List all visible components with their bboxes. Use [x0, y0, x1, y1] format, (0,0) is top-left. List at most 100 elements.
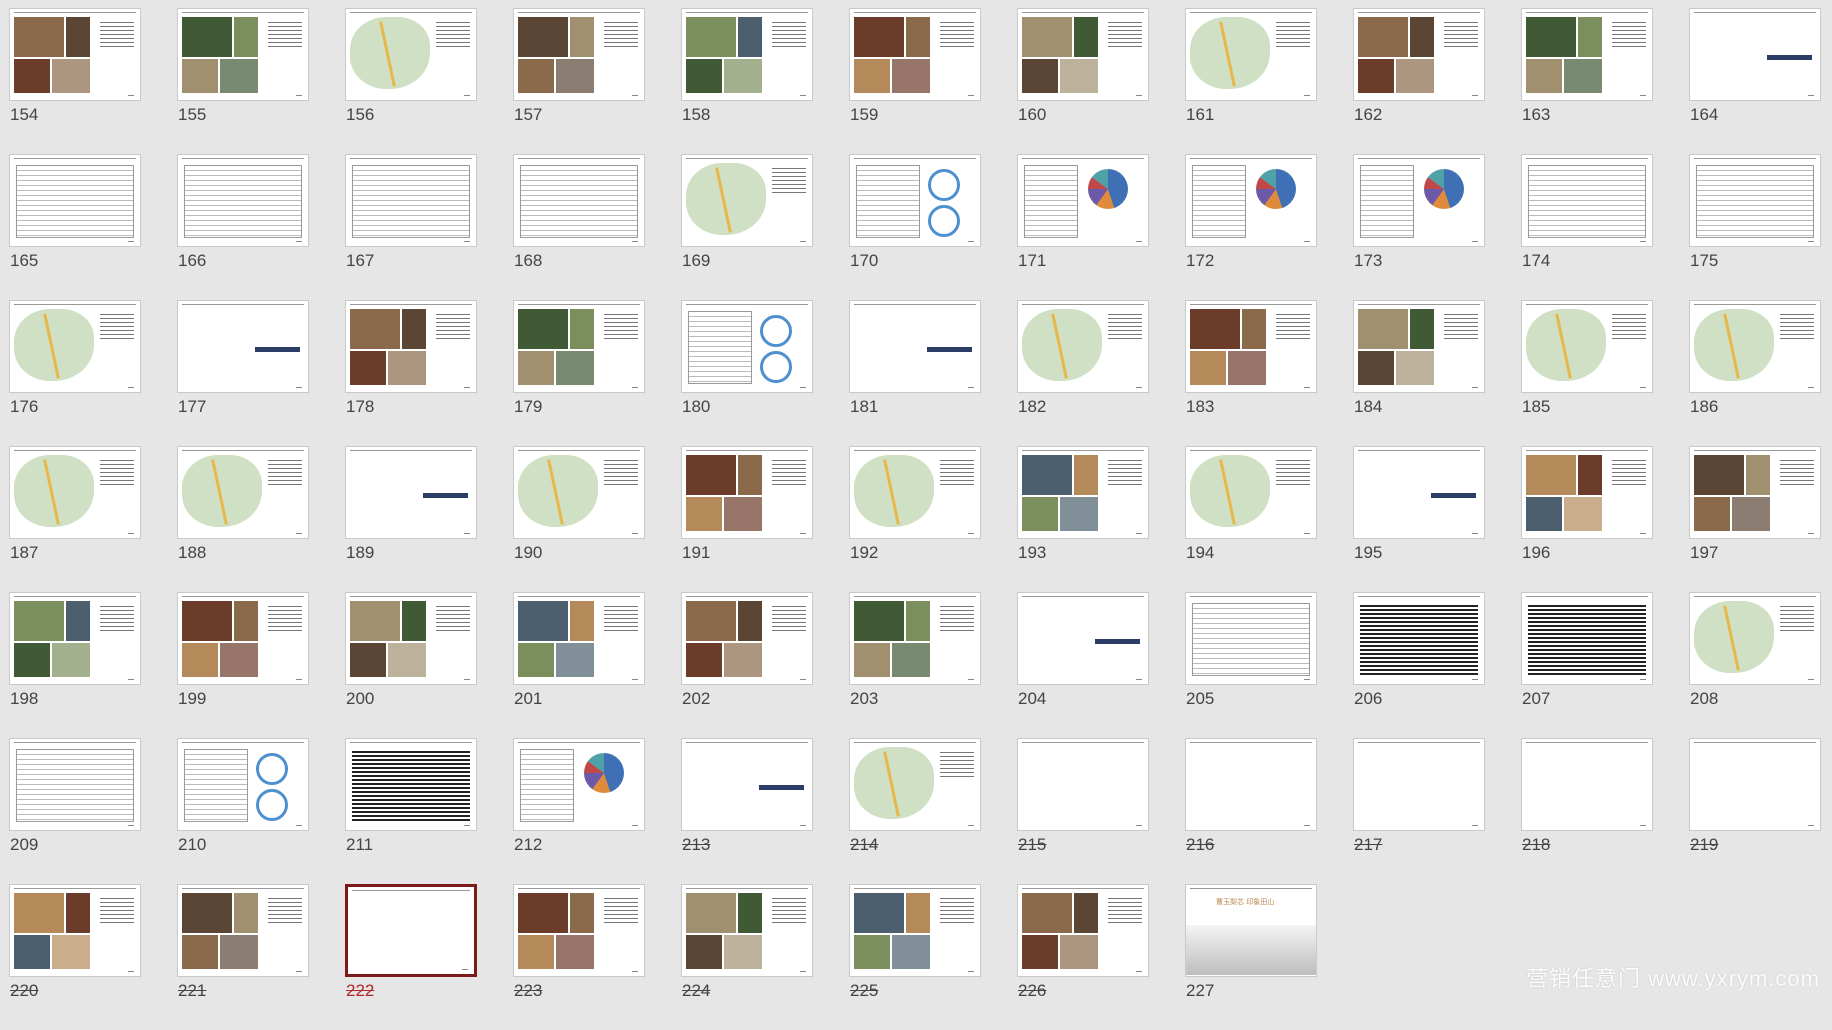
slide-preview[interactable]	[9, 300, 141, 393]
slide-thumbnail[interactable]: 184	[1353, 300, 1485, 446]
slide-thumbnail[interactable]: 185	[1521, 300, 1653, 446]
slide-thumbnail[interactable]: 183	[1185, 300, 1317, 446]
slide-thumbnail[interactable]: 223	[513, 884, 645, 1030]
slide-preview[interactable]	[1353, 446, 1485, 539]
slide-thumbnail[interactable]: 187	[9, 446, 141, 592]
slide-preview[interactable]	[681, 446, 813, 539]
slide-preview[interactable]	[513, 884, 645, 977]
slide-thumbnail[interactable]: 177	[177, 300, 309, 446]
slide-preview[interactable]	[681, 154, 813, 247]
slide-thumbnail[interactable]: 173	[1353, 154, 1485, 300]
slide-thumbnail[interactable]: 207	[1521, 592, 1653, 738]
slide-preview[interactable]	[681, 738, 813, 831]
slide-thumbnail[interactable]: 168	[513, 154, 645, 300]
slide-preview[interactable]	[177, 738, 309, 831]
slide-preview[interactable]	[1689, 8, 1821, 101]
slide-preview[interactable]	[177, 154, 309, 247]
slide-thumbnail[interactable]: 211	[345, 738, 477, 884]
slide-preview[interactable]	[9, 8, 141, 101]
slide-thumbnail[interactable]: 221	[177, 884, 309, 1030]
slide-preview[interactable]	[177, 8, 309, 101]
slide-thumbnail[interactable]: 226	[1017, 884, 1149, 1030]
slide-thumbnail[interactable]: 194	[1185, 446, 1317, 592]
slide-thumbnail[interactable]: 174	[1521, 154, 1653, 300]
slide-preview[interactable]	[849, 446, 981, 539]
slide-preview[interactable]	[1017, 300, 1149, 393]
slide-preview[interactable]	[9, 154, 141, 247]
slide-preview[interactable]	[1017, 592, 1149, 685]
slide-thumbnail[interactable]: 189	[345, 446, 477, 592]
slide-preview[interactable]	[177, 446, 309, 539]
slide-thumbnail[interactable]: 165	[9, 154, 141, 300]
slide-thumbnail[interactable]: 161	[1185, 8, 1317, 154]
slide-preview[interactable]	[849, 592, 981, 685]
slide-thumbnail[interactable]: 205	[1185, 592, 1317, 738]
slide-thumbnail[interactable]: 213	[681, 738, 813, 884]
slide-preview[interactable]	[345, 300, 477, 393]
slide-thumbnail[interactable]: 219	[1689, 738, 1821, 884]
slide-preview[interactable]	[849, 300, 981, 393]
slide-thumbnail[interactable]: 200	[345, 592, 477, 738]
slide-preview[interactable]	[681, 884, 813, 977]
slide-thumbnail[interactable]: 156	[345, 8, 477, 154]
slide-thumbnail[interactable]: 208	[1689, 592, 1821, 738]
slide-thumbnail[interactable]: 曹玉梨芯 印象田山 227	[1185, 884, 1317, 1030]
slide-thumbnail[interactable]: 188	[177, 446, 309, 592]
slide-thumbnail[interactable]: 204	[1017, 592, 1149, 738]
slide-preview[interactable]	[1185, 446, 1317, 539]
slide-thumbnail[interactable]: 166	[177, 154, 309, 300]
slide-preview[interactable]	[513, 8, 645, 101]
slide-preview[interactable]	[1017, 8, 1149, 101]
slide-preview[interactable]	[1353, 300, 1485, 393]
slide-preview[interactable]	[1185, 8, 1317, 101]
slide-thumbnail[interactable]: 210	[177, 738, 309, 884]
slide-preview[interactable]	[1689, 300, 1821, 393]
slide-thumbnail[interactable]: 180	[681, 300, 813, 446]
slide-thumbnail[interactable]: 163	[1521, 8, 1653, 154]
slide-thumbnail[interactable]: 155	[177, 8, 309, 154]
slide-thumbnail[interactable]: 164	[1689, 8, 1821, 154]
slide-preview[interactable]	[345, 446, 477, 539]
slide-thumbnail[interactable]: 171	[1017, 154, 1149, 300]
slide-thumbnail[interactable]: 170	[849, 154, 981, 300]
slide-preview[interactable]	[1017, 154, 1149, 247]
slide-thumbnail[interactable]: 167	[345, 154, 477, 300]
slide-preview[interactable]	[1353, 592, 1485, 685]
slide-preview[interactable]	[513, 446, 645, 539]
slide-preview[interactable]	[849, 8, 981, 101]
slide-thumbnail[interactable]: 215	[1017, 738, 1149, 884]
slide-preview[interactable]	[513, 154, 645, 247]
slide-thumbnail[interactable]: 225	[849, 884, 981, 1030]
slide-thumbnail[interactable]: 154	[9, 8, 141, 154]
slide-preview[interactable]	[513, 592, 645, 685]
slide-thumbnail[interactable]: 162	[1353, 8, 1485, 154]
slide-preview[interactable]	[849, 154, 981, 247]
slide-thumbnail[interactable]: 178	[345, 300, 477, 446]
slide-preview[interactable]	[849, 884, 981, 977]
slide-preview[interactable]	[1017, 446, 1149, 539]
slide-preview[interactable]	[1521, 300, 1653, 393]
slide-preview[interactable]	[681, 592, 813, 685]
slide-thumbnail[interactable]: 169	[681, 154, 813, 300]
slide-thumbnail[interactable]: 217	[1353, 738, 1485, 884]
slide-thumbnail[interactable]: 179	[513, 300, 645, 446]
slide-thumbnail[interactable]: 158	[681, 8, 813, 154]
slide-preview[interactable]	[345, 884, 477, 977]
slide-thumbnail[interactable]: 159	[849, 8, 981, 154]
slide-thumbnail[interactable]: 160	[1017, 8, 1149, 154]
slide-thumbnail[interactable]: 199	[177, 592, 309, 738]
slide-thumbnail[interactable]: 196	[1521, 446, 1653, 592]
slide-thumbnail[interactable]: 206	[1353, 592, 1485, 738]
slide-thumbnail[interactable]: 202	[681, 592, 813, 738]
slide-preview[interactable]	[1521, 154, 1653, 247]
slide-preview[interactable]	[9, 446, 141, 539]
slide-preview[interactable]	[1017, 738, 1149, 831]
slide-preview[interactable]	[1689, 446, 1821, 539]
slide-preview[interactable]	[9, 592, 141, 685]
slide-preview[interactable]	[681, 8, 813, 101]
slide-thumbnail[interactable]: 193	[1017, 446, 1149, 592]
slide-preview[interactable]	[1185, 592, 1317, 685]
slide-preview[interactable]	[177, 300, 309, 393]
slide-preview[interactable]	[9, 884, 141, 977]
slide-thumbnail[interactable]: 209	[9, 738, 141, 884]
